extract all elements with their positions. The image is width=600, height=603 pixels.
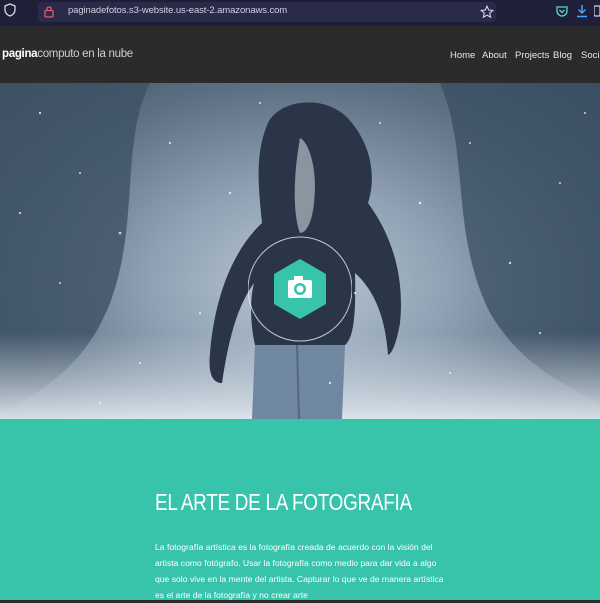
nav-projects[interactable]: Projects — [515, 50, 549, 61]
intro-section: EL ARTE DE LA FOTOGRAFIA La fotografía a… — [0, 419, 600, 600]
nav-about[interactable]: About — [482, 50, 507, 61]
nav-links: Home About Projects Blog Social — [0, 50, 600, 64]
camera-emblem — [248, 236, 352, 342]
pocket-icon[interactable] — [556, 5, 568, 17]
section-body: La fotografía artística es la fotografía… — [155, 542, 444, 600]
site-navbar: paginacomputo en la nube Home About Proj… — [0, 26, 600, 83]
nav-home[interactable]: Home — [450, 50, 475, 61]
browser-toolbar: paginadefotos.s3-website.us-east-2.amazo… — [0, 0, 600, 26]
star-icon[interactable] — [480, 5, 494, 19]
shield-icon[interactable] — [4, 3, 16, 17]
nav-blog[interactable]: Blog — [553, 50, 572, 61]
extension-icon[interactable] — [594, 4, 600, 18]
url-text[interactable]: paginadefotos.s3-website.us-east-2.amazo… — [68, 5, 287, 16]
lock-icon[interactable] — [44, 5, 54, 18]
section-title: EL ARTE DE LA FOTOGRAFIA — [155, 489, 412, 515]
address-bar[interactable]: paginadefotos.s3-website.us-east-2.amazo… — [38, 2, 496, 22]
nav-social[interactable]: Social — [581, 50, 600, 61]
download-icon[interactable] — [576, 4, 588, 18]
hero-banner — [0, 83, 600, 419]
